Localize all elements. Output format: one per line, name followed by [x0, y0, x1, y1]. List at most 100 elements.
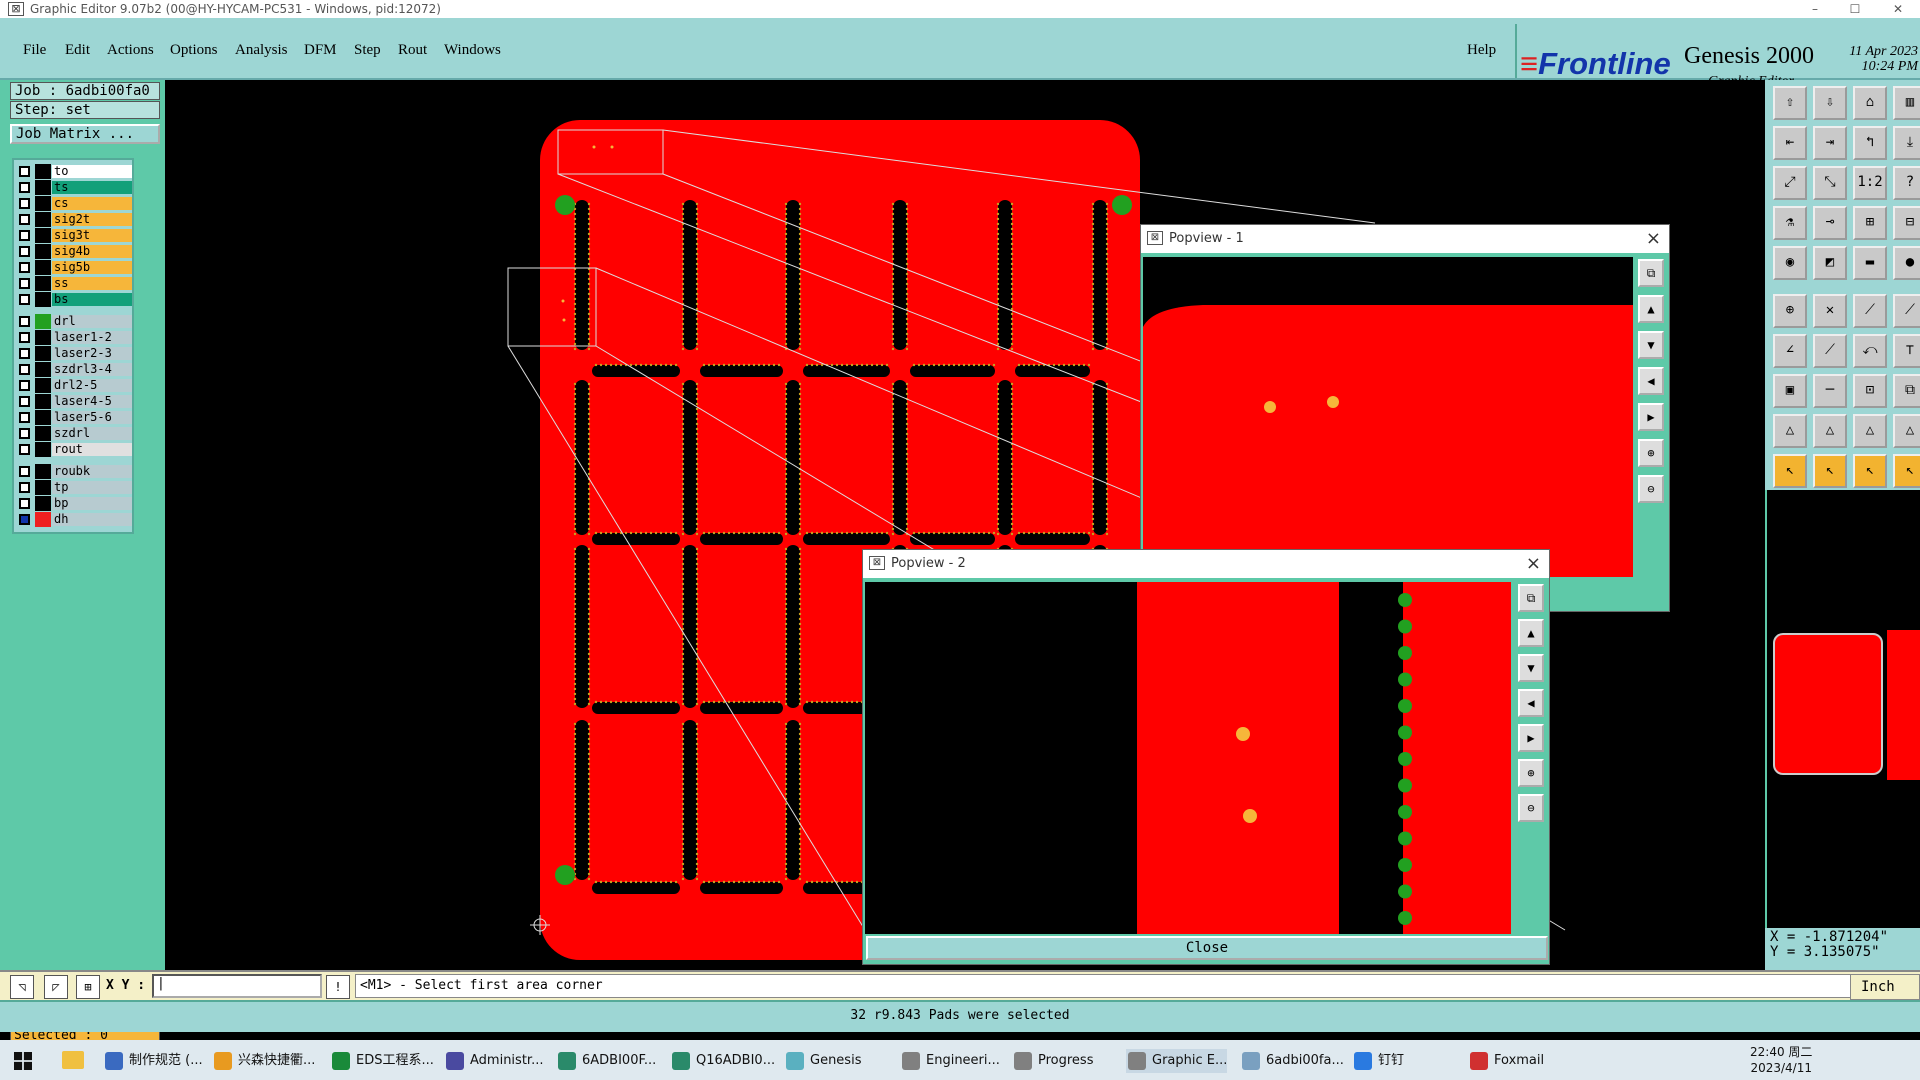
- box-icon[interactable]: ▣: [1773, 374, 1807, 408]
- layer-color-swatch[interactable]: [35, 180, 51, 195]
- layer-row-szdrl[interactable]: szdrl: [16, 426, 132, 441]
- layer-color-swatch[interactable]: [35, 394, 51, 409]
- menu-actions[interactable]: Actions: [107, 42, 154, 59]
- snap-icon[interactable]: ◹: [10, 975, 34, 999]
- layer-color-swatch[interactable]: [35, 442, 51, 457]
- bar-icon[interactable]: ▬: [1853, 246, 1887, 280]
- taskbar-app-4[interactable]: Administr...: [444, 1049, 543, 1073]
- line-icon[interactable]: ⟋: [1853, 294, 1887, 328]
- layer-color-swatch[interactable]: [35, 260, 51, 275]
- tee-icon[interactable]: ⊤: [1893, 334, 1920, 368]
- minimize-button[interactable]: –: [1795, 0, 1835, 18]
- layer-checkbox[interactable]: [19, 294, 30, 305]
- shift-left-icon[interactable]: ⇤: [1773, 126, 1807, 160]
- layer-checkbox[interactable]: [19, 262, 30, 273]
- zoom-in-icon[interactable]: ⊕: [1518, 759, 1544, 787]
- start-icon[interactable]: [14, 1052, 32, 1070]
- menu-options[interactable]: Options: [170, 42, 218, 59]
- copy-icon[interactable]: ⧉: [1893, 374, 1920, 408]
- arc-icon[interactable]: ⤺: [1853, 334, 1887, 368]
- menu-step[interactable]: Step: [354, 42, 381, 59]
- popview-1-titlebar[interactable]: ⊠ Popview - 1 ×: [1141, 225, 1669, 253]
- layer-color-swatch[interactable]: [35, 512, 51, 527]
- layer-checkbox[interactable]: [19, 428, 30, 439]
- zoom-out-icon[interactable]: ⊖: [1518, 794, 1544, 822]
- layer-name[interactable]: to: [52, 165, 132, 178]
- popview-1-close-icon[interactable]: ×: [1646, 225, 1661, 253]
- layer-name[interactable]: drl: [52, 315, 132, 328]
- layer-row-laser4-5[interactable]: laser4-5: [16, 394, 132, 409]
- pan-left-icon[interactable]: ◀: [1518, 689, 1544, 717]
- layer-name[interactable]: bp: [52, 497, 132, 510]
- xy-input[interactable]: |: [152, 974, 322, 998]
- layer-name[interactable]: roubk: [52, 465, 132, 478]
- taskbar-app-1[interactable]: 制作规范 (...: [103, 1049, 203, 1073]
- layer-color-swatch[interactable]: [35, 276, 51, 291]
- popview-2-close-button[interactable]: Close: [866, 936, 1548, 960]
- layer-checkbox[interactable]: [19, 278, 30, 289]
- taskbar-app-11[interactable]: 6adbi00fa...: [1240, 1049, 1344, 1073]
- layer-color-swatch[interactable]: [35, 228, 51, 243]
- delete-icon[interactable]: ✕: [1813, 294, 1847, 328]
- layer-row-sig5b[interactable]: sig5b: [16, 260, 132, 275]
- layer-row-laser2-3[interactable]: laser2-3: [16, 346, 132, 361]
- system-clock[interactable]: 22:40 周二 2023/4/11: [1750, 1044, 1812, 1076]
- close-window-button[interactable]: ✕: [1878, 0, 1918, 18]
- triangle-2-icon[interactable]: △: [1813, 414, 1847, 448]
- layer-color-swatch[interactable]: [35, 330, 51, 345]
- layer-row-bs[interactable]: bs: [16, 292, 132, 307]
- popview-2-close-icon[interactable]: ×: [1526, 550, 1541, 578]
- clip-icon[interactable]: ◩: [1813, 246, 1847, 280]
- link-icon[interactable]: ⊸: [1813, 206, 1847, 240]
- scale-icon[interactable]: 1:2: [1853, 166, 1887, 200]
- layer-name[interactable]: sig3t: [52, 229, 132, 242]
- layer-name[interactable]: ts: [52, 181, 132, 194]
- taskbar-app-2[interactable]: 兴森快捷衢...: [212, 1049, 315, 1073]
- layer-checkbox[interactable]: [19, 332, 30, 343]
- menu-file[interactable]: File: [23, 42, 46, 59]
- triangle-icon[interactable]: △: [1773, 414, 1807, 448]
- layer-checkbox[interactable]: [19, 166, 30, 177]
- menu-windows[interactable]: Windows: [444, 42, 501, 59]
- layer-row-to[interactable]: to: [16, 164, 132, 179]
- layer-checkbox[interactable]: [19, 482, 30, 493]
- layer-checkbox[interactable]: [19, 412, 30, 423]
- move-up-icon[interactable]: ⇧: [1773, 86, 1807, 120]
- popview-1-canvas[interactable]: [1143, 257, 1633, 577]
- zoom-home-icon[interactable]: ⧉: [1518, 584, 1544, 612]
- job-matrix-button[interactable]: Job Matrix ...: [10, 124, 160, 144]
- popview-2-titlebar[interactable]: ⊠ Popview - 2 ×: [863, 550, 1549, 578]
- layer-checkbox[interactable]: [19, 198, 30, 209]
- grid-icon[interactable]: ⊞: [76, 975, 100, 999]
- layer-checkbox[interactable]: [19, 466, 30, 477]
- taskbar-app-10[interactable]: Graphic E...: [1126, 1049, 1228, 1073]
- taskbar-app-6[interactable]: Q16ADBI0...: [670, 1049, 775, 1073]
- layers-icon[interactable]: ▥: [1893, 86, 1920, 120]
- taskbar-app-5[interactable]: 6ADBI00F...: [556, 1049, 656, 1073]
- layer-color-swatch[interactable]: [35, 346, 51, 361]
- zoom-area-icon[interactable]: ⤡: [1813, 166, 1847, 200]
- zoom-out-icon[interactable]: ⊖: [1638, 475, 1664, 503]
- move-down-icon[interactable]: ⇩: [1813, 86, 1847, 120]
- pan-down-icon[interactable]: ▼: [1518, 654, 1544, 682]
- layer-name[interactable]: dh: [52, 513, 132, 526]
- slant-icon[interactable]: ⟋: [1813, 334, 1847, 368]
- pan-right-icon[interactable]: ▶: [1638, 403, 1664, 431]
- pan-up-icon[interactable]: ▲: [1518, 619, 1544, 647]
- triangle-3-icon[interactable]: △: [1853, 414, 1887, 448]
- drop-icon[interactable]: ⤓: [1893, 126, 1920, 160]
- add-icon[interactable]: ⊕: [1773, 294, 1807, 328]
- popview-2-canvas[interactable]: [865, 582, 1511, 934]
- unit-selector[interactable]: Inch: [1850, 974, 1920, 1000]
- layer-color-swatch[interactable]: [35, 212, 51, 227]
- layer-row-bp[interactable]: bp: [16, 496, 132, 511]
- undo-icon[interactable]: ↰: [1853, 126, 1887, 160]
- pointer-2-icon[interactable]: ↖: [1813, 454, 1847, 488]
- taskbar-app-13[interactable]: Foxmail: [1468, 1049, 1544, 1073]
- layer-name[interactable]: szdrl3-4: [52, 363, 132, 376]
- pan-left-icon[interactable]: ◀: [1638, 367, 1664, 395]
- file-explorer-icon[interactable]: [62, 1051, 84, 1069]
- layer-color-swatch[interactable]: [35, 496, 51, 511]
- angle-icon[interactable]: ∠: [1773, 334, 1807, 368]
- layer-name[interactable]: sig5b: [52, 261, 132, 274]
